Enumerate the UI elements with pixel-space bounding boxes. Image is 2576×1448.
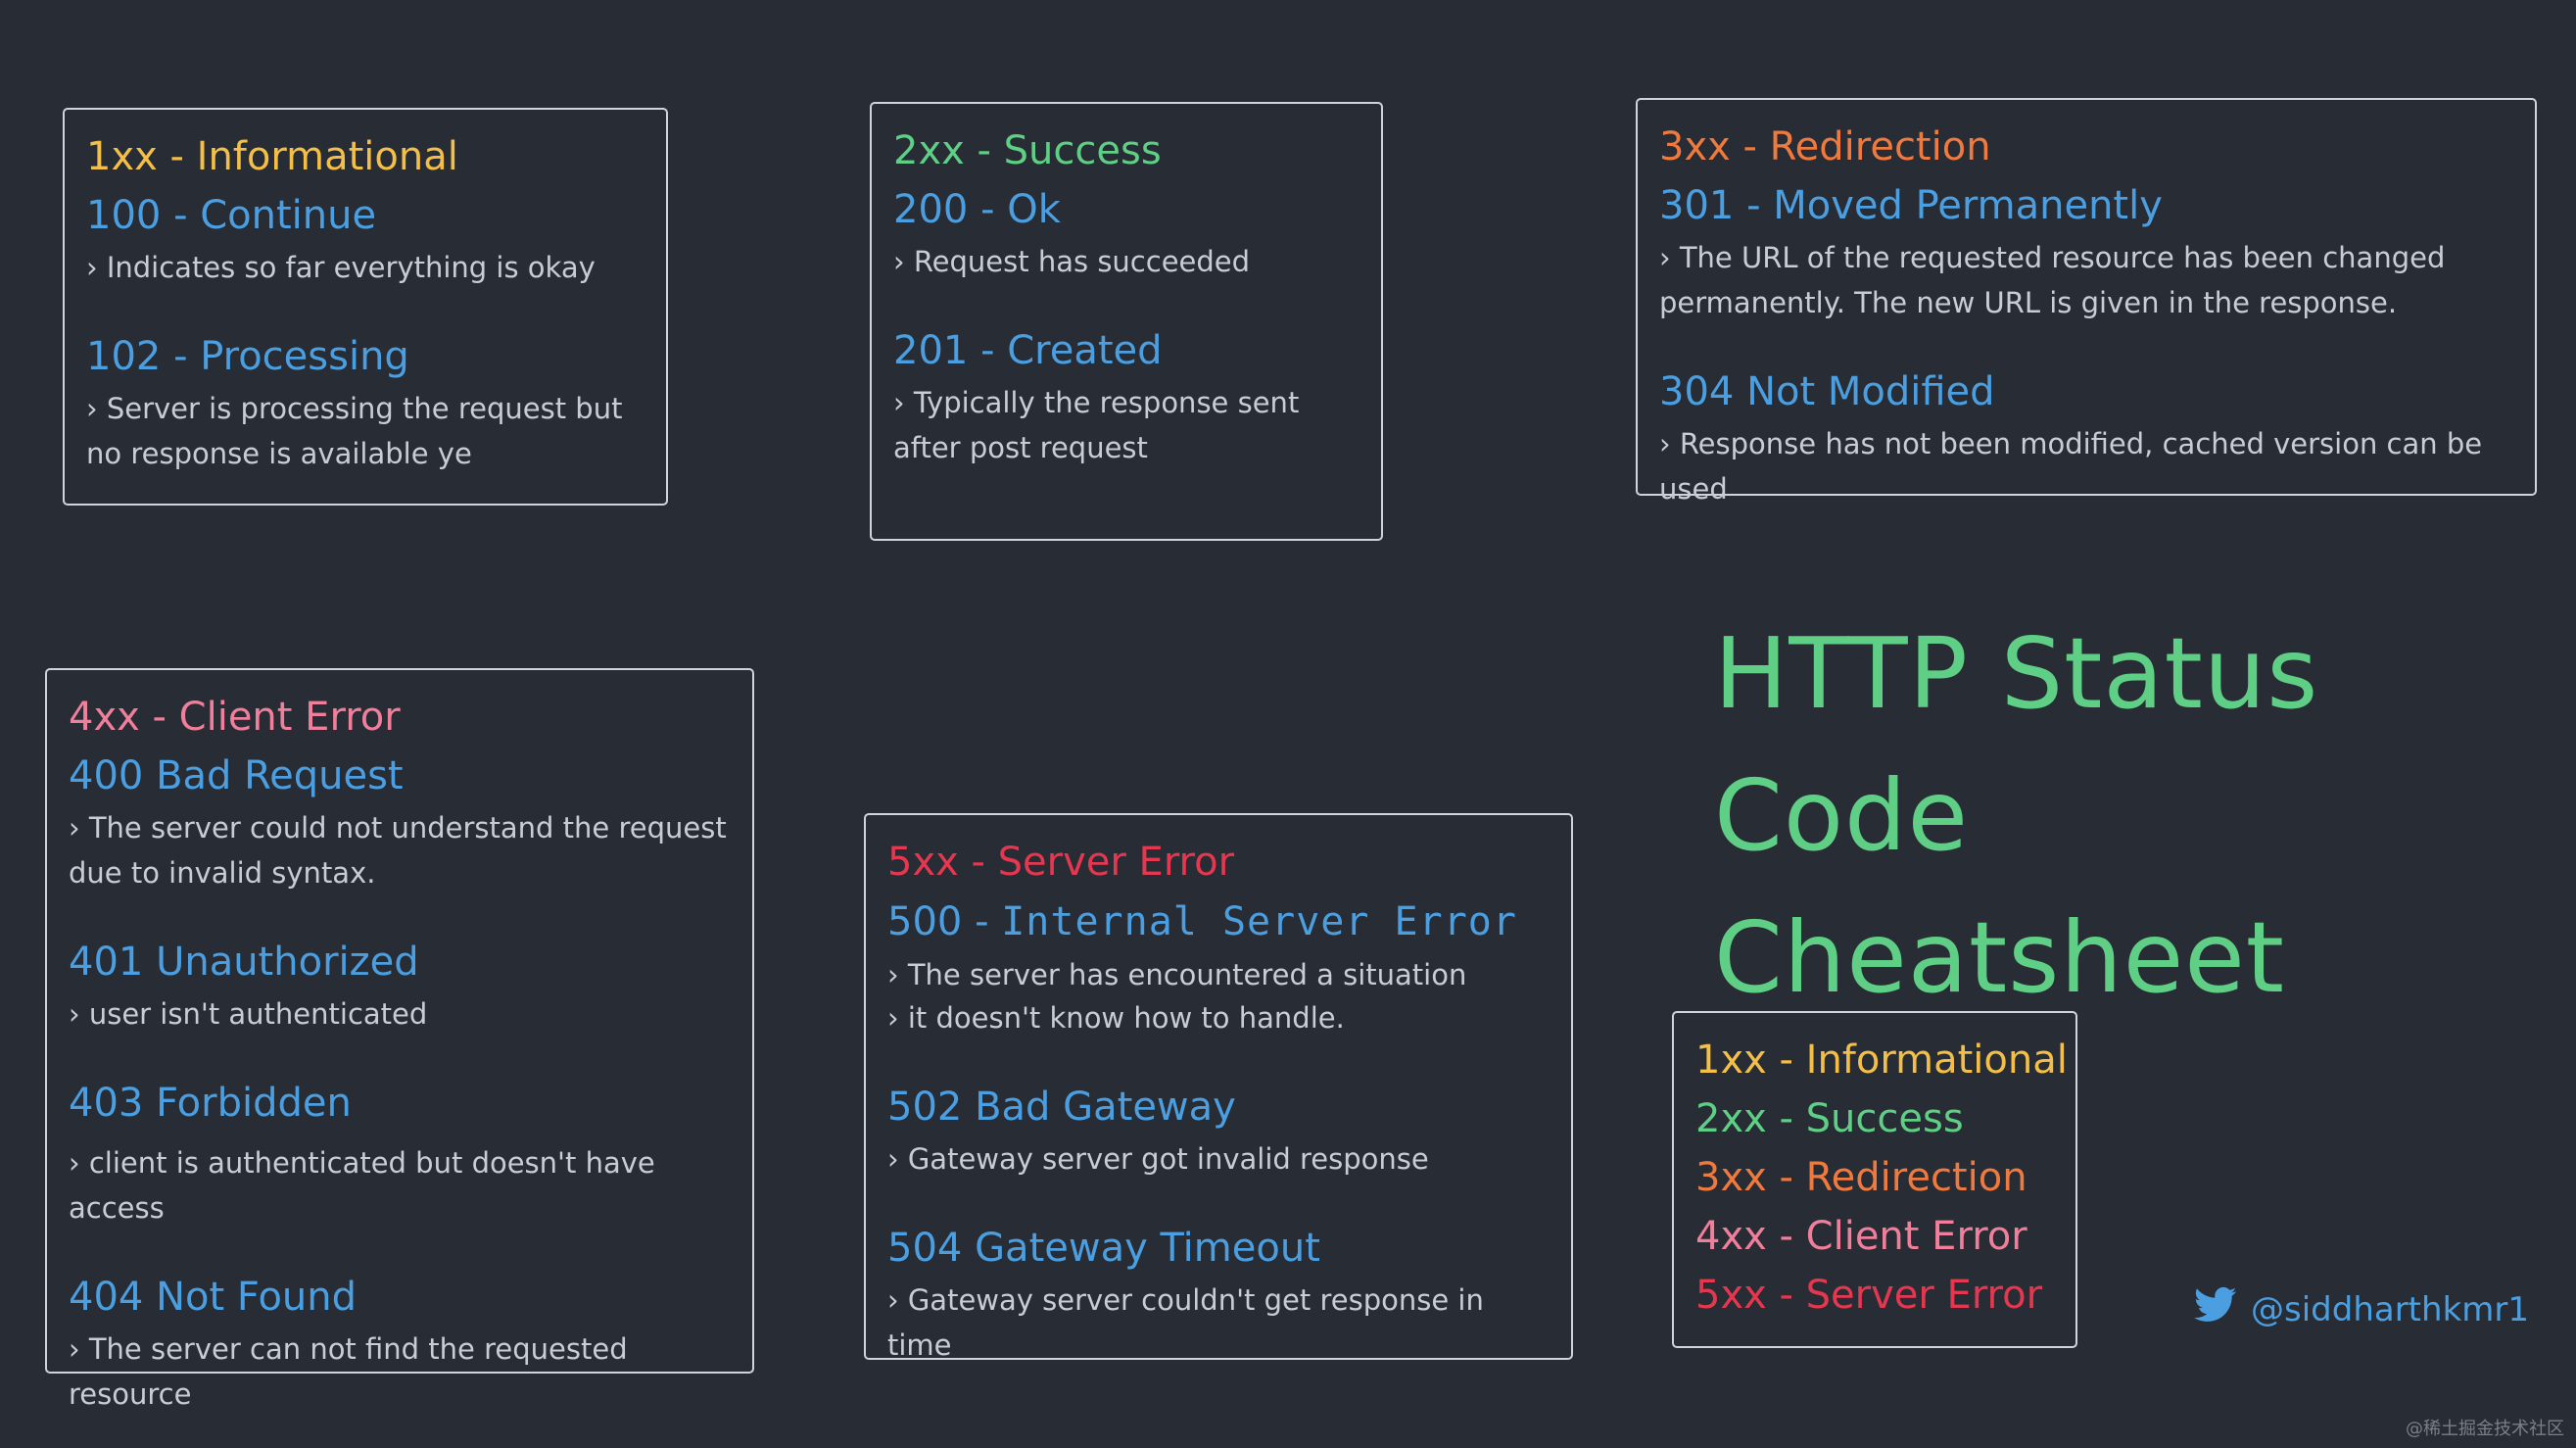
status-description: user isn't authenticated xyxy=(69,991,731,1037)
status-code: 401 Unauthorized xyxy=(69,940,419,985)
twitter-handle[interactable]: @siddharthkmr1 xyxy=(2194,1286,2529,1332)
status-description: Typically the response sent after post r… xyxy=(893,380,1360,470)
status-code: 100 - Continue xyxy=(86,193,377,238)
status-code: 201 - Created xyxy=(893,328,1163,373)
category-heading: 5xx - Server Error xyxy=(887,840,1235,885)
category-heading: 2xx - Success xyxy=(893,128,1162,173)
informational-card: 1xx - Informational 100 - Continue Indic… xyxy=(63,108,668,506)
watermark: @稀土掘金技术社区 xyxy=(2406,1419,2564,1439)
legend-item-server-error: 5xx - Server Error xyxy=(1695,1273,2043,1318)
legend-item-client-error: 4xx - Client Error xyxy=(1695,1214,2027,1259)
status-description: client is authenticated but doesn't have… xyxy=(69,1140,731,1231)
status-code: 404 Not Found xyxy=(69,1275,358,1320)
status-description: The server has encountered a situation xyxy=(887,952,1550,997)
status-code: 304 Not Modified xyxy=(1659,369,1995,414)
category-heading: 3xx - Redirection xyxy=(1659,124,1991,169)
status-code: 500 - Internal Server Error xyxy=(887,892,1550,952)
legend-item-informational: 1xx - Informational xyxy=(1695,1038,2068,1083)
status-code-number: 500 - xyxy=(887,899,1002,944)
category-heading: 1xx - Informational xyxy=(86,134,458,179)
status-code: 102 - Processing xyxy=(86,334,409,379)
twitter-icon xyxy=(2194,1286,2251,1332)
legend-item-success: 2xx - Success xyxy=(1695,1096,1964,1141)
twitter-handle-text[interactable]: @siddharthkmr1 xyxy=(2251,1290,2529,1329)
status-description: Request has succeeded xyxy=(893,239,1360,284)
status-description: Gateway server couldn't get response in … xyxy=(887,1278,1550,1368)
title-line-2: Cheatsheet xyxy=(1714,900,2285,1015)
redirection-card: 3xx - Redirection 301 - Moved Permanentl… xyxy=(1636,98,2537,506)
client-error-card: 4xx - Client Error 400 Bad Request The s… xyxy=(45,668,754,1411)
status-description: Gateway server got invalid response xyxy=(887,1136,1550,1182)
status-description: The server can not find the requested re… xyxy=(69,1327,731,1417)
status-code: 301 - Moved Permanently xyxy=(1659,183,2163,228)
status-code: 403 Forbidden xyxy=(69,1081,352,1126)
status-code: 400 Bad Request xyxy=(69,753,404,798)
status-description: Server is processing the request but no … xyxy=(86,386,644,476)
success-card: 2xx - Success 200 - Ok Request has succe… xyxy=(870,102,1383,541)
title-line-1: HTTP Status Code xyxy=(1714,616,2319,873)
server-error-card: 5xx - Server Error 500 - Internal Server… xyxy=(864,813,1573,1362)
status-description: Indicates so far everything is okay xyxy=(86,245,644,290)
status-description: Response has not been modified, cached v… xyxy=(1659,421,2513,511)
status-description-continued: it doesn't know how to handle. xyxy=(887,995,1550,1040)
page-title: HTTP Status Code Cheatsheet xyxy=(1714,603,2576,1029)
status-code: 502 Bad Gateway xyxy=(887,1085,1236,1130)
status-code-name: Internal Server Error xyxy=(1001,899,1517,944)
status-code: 200 - Ok xyxy=(893,187,1061,232)
legend-item-redirection: 3xx - Redirection xyxy=(1695,1155,2027,1200)
status-description: The server could not understand the requ… xyxy=(69,805,731,895)
status-code: 504 Gateway Timeout xyxy=(887,1226,1320,1271)
category-legend: 1xx - Informational 2xx - Success 3xx - … xyxy=(1672,1011,2077,1348)
category-heading: 4xx - Client Error xyxy=(69,695,401,740)
status-description: The URL of the requested resource has be… xyxy=(1659,235,2513,325)
